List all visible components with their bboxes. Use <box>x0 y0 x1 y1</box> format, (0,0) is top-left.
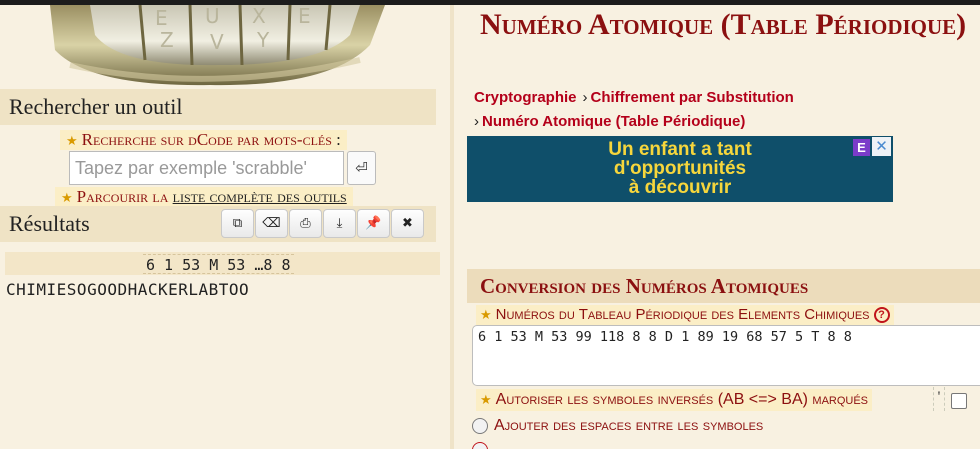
ad-line-1: Un enfant a tant <box>608 139 752 160</box>
left-column: EUXE ZVY Rechercher un outil ★ Recherche … <box>0 5 450 449</box>
eraser-icon[interactable]: ⌫ <box>255 209 288 238</box>
cryptex-logo: E U X E Z V Y <box>50 5 385 86</box>
radio-add-spaces-label: Ajouter des espaces entre les symboles <box>494 417 764 434</box>
advertisement-banner[interactable]: Un enfant a tant d'opportunités à découv… <box>467 136 893 202</box>
help-icon[interactable]: ? <box>873 307 890 323</box>
copy-icon[interactable]: ⧉ <box>221 209 254 238</box>
radio-button[interactable] <box>472 418 488 434</box>
atomic-numbers-label: ★ Numéros du Tableau Périodique des Eleme… <box>476 305 894 325</box>
radio-next-option[interactable] <box>472 438 494 449</box>
svg-text:V: V <box>210 30 224 54</box>
breadcrumb: Cryptographie › Chiffrement par Substituti… <box>474 86 974 134</box>
search-panel-title: Rechercher un outil <box>0 89 436 125</box>
search-placeholder: Tapez par exemple 'scrabble' <box>75 158 307 178</box>
inverse-symbols-checkbox[interactable] <box>951 393 967 409</box>
svg-text:E: E <box>298 5 311 28</box>
right-column: Numéro Atomique (Table Périodique) Crypt… <box>454 5 980 449</box>
ad-choices-icon[interactable]: E <box>853 139 870 156</box>
print-icon[interactable]: ⎙ <box>289 209 322 238</box>
pin-icon[interactable]: 📌 <box>357 209 390 238</box>
result-output: CHIMIESOGOODHACKERLABTOO <box>6 280 250 299</box>
breadcrumb-current[interactable]: Numéro Atomique (Table Périodique) <box>482 113 745 130</box>
star-icon: ★ <box>480 308 492 323</box>
star-icon: ★ <box>66 134 78 149</box>
breadcrumb-cryptographie[interactable]: Cryptographie <box>474 89 577 106</box>
search-submit-button[interactable]: ⏎ <box>347 151 376 185</box>
inverse-marker: ' <box>933 387 945 411</box>
page-title: Numéro Atomique (Table Périodique) <box>480 8 967 41</box>
star-icon: ★ <box>61 191 73 206</box>
keyword-search-label: ★ Recherche sur dCode par mots-clés : <box>60 130 347 150</box>
results-toolbar: ⧉ ⌫ ⎙ ⤓ 📌 ✖ <box>221 209 424 239</box>
atomic-numbers-label-text: Numéros du Tableau Périodique des Elemen… <box>495 306 870 323</box>
ad-text: Un enfant a tant d'opportunités à découv… <box>467 140 893 197</box>
star-icon: ★ <box>480 393 492 408</box>
breadcrumb-substitution[interactable]: Chiffrement par Substitution <box>591 89 794 106</box>
ad-line-2: d'opportunités <box>613 158 747 179</box>
svg-text:U: U <box>205 5 220 28</box>
ad-close-icon[interactable]: ✕ <box>872 137 891 156</box>
result-input-echo: 6 1 53 M 53 …8 8 <box>143 254 294 274</box>
inverse-symbols-label: ★ Autoriser les symboles inversés (AB <=>… <box>476 389 873 411</box>
radio-add-spaces[interactable]: Ajouter des espaces entre les symboles <box>472 414 763 438</box>
atomic-numbers-textarea[interactable]: 6 1 53 M 53 99 118 8 8 D 1 89 19 68 57 5… <box>472 325 980 386</box>
svg-text:X: X <box>252 5 266 28</box>
keyword-search-colon: : <box>336 130 341 149</box>
keyword-search-text: Recherche sur dCode par mots-clés <box>81 130 332 149</box>
svg-text:Y: Y <box>256 28 270 52</box>
browse-tools-line: ★ Parcourir la liste complète des outils <box>55 187 353 207</box>
ad-line-3: à découvrir <box>628 177 732 198</box>
browse-tools-link[interactable]: liste complète des outils <box>173 187 347 206</box>
radio-button[interactable] <box>472 442 488 449</box>
search-input[interactable]: Tapez par exemple 'scrabble' <box>69 151 344 185</box>
breadcrumb-separator: › <box>474 113 479 130</box>
breadcrumb-separator: › <box>582 89 588 106</box>
svg-text:Z: Z <box>160 28 174 52</box>
download-icon[interactable]: ⤓ <box>323 209 356 238</box>
conversion-section-title: Conversion des Numéros Atomiques <box>467 269 980 303</box>
close-icon[interactable]: ✖ <box>391 209 424 238</box>
browse-prefix: Parcourir la <box>76 187 169 206</box>
svg-text:E: E <box>155 6 168 30</box>
inverse-symbols-text: Autoriser les symboles inversés (AB <=> … <box>495 391 869 408</box>
